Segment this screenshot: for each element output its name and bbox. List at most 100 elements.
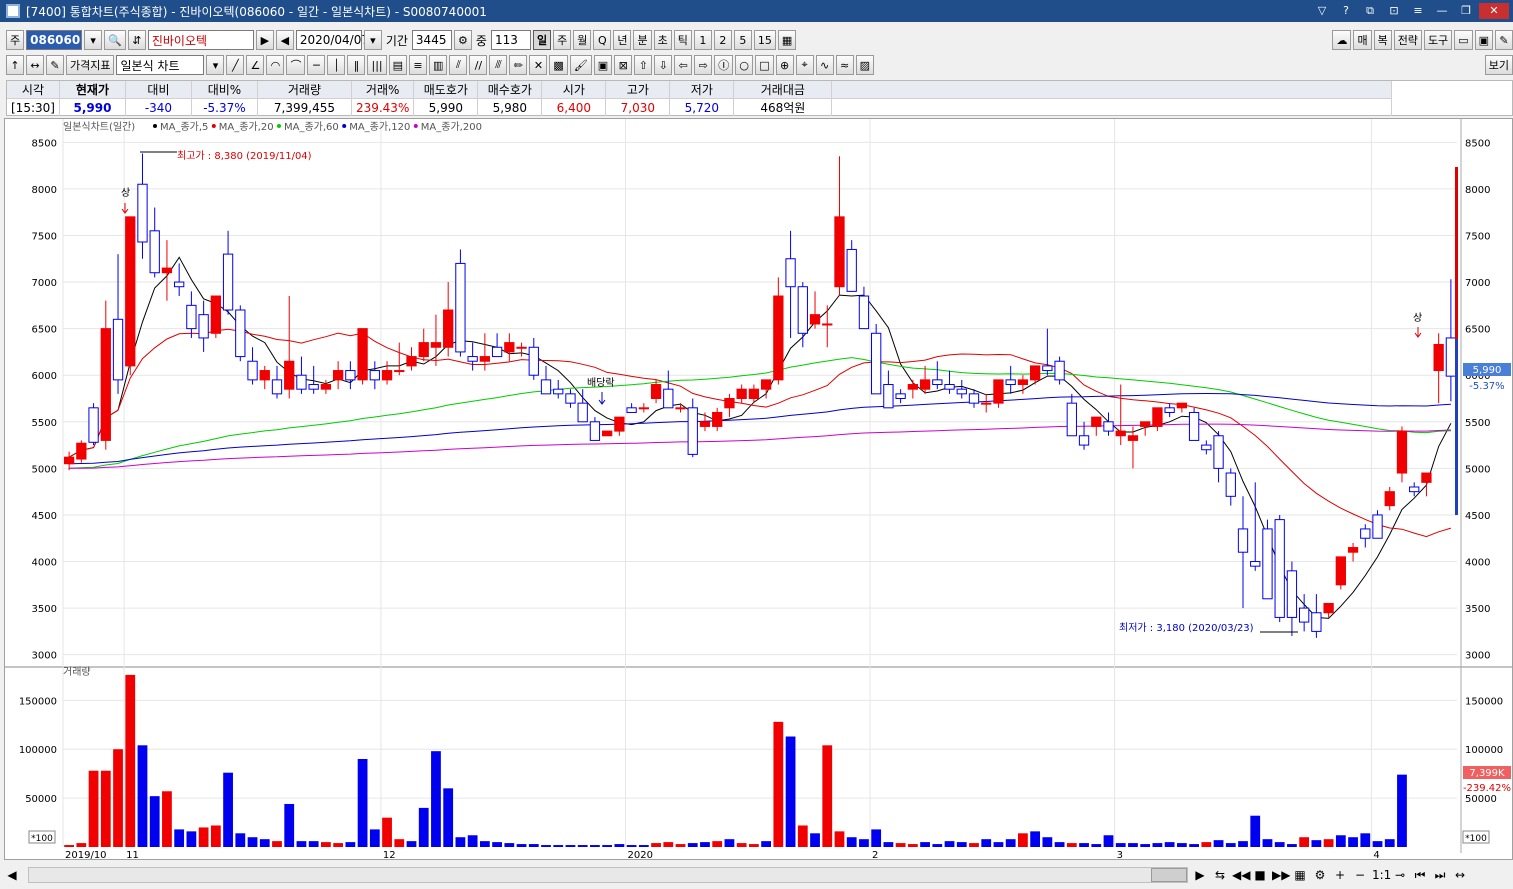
market-select[interactable]: 주	[6, 30, 25, 50]
close-button[interactable]: ✕	[1479, 3, 1509, 19]
folder-icon[interactable]: ▭	[1454, 30, 1473, 50]
right-arrow-icon[interactable]: ⇨	[694, 55, 713, 75]
fit-icon[interactable]: ↔	[1452, 868, 1468, 882]
chart-type-select[interactable]: 일본식 차트	[116, 55, 205, 75]
zoom-in-icon[interactable]: ⊕	[775, 55, 794, 75]
help-icon[interactable]: ?	[1335, 3, 1357, 19]
new-window-icon[interactable]: ⊡	[1383, 3, 1405, 19]
interval-button-5[interactable]: 5	[733, 30, 752, 50]
interval-button-year[interactable]: 년	[613, 30, 632, 50]
wave-icon[interactable]: ∿	[815, 55, 834, 75]
calendar-icon[interactable]: ▦	[777, 30, 797, 50]
view-button[interactable]: 보기	[1484, 55, 1513, 75]
scrollbar-thumb[interactable]	[1151, 868, 1187, 882]
circle-icon[interactable]: ○	[735, 55, 754, 75]
chart-svg[interactable]: 8500 8500 8000 8000 7500 7500 7000 7000 6500 6500…	[5, 119, 1512, 861]
trendline-icon[interactable]: ╱	[226, 55, 245, 75]
expand-icon[interactable]: ↔	[26, 55, 44, 75]
interval-button-15[interactable]: 15	[753, 30, 776, 50]
zoom-minus-icon[interactable]: −	[1352, 868, 1368, 882]
fibonacci-icon[interactable]: ≡	[409, 55, 428, 75]
text-icon[interactable]: Ⓘ	[714, 55, 734, 75]
parallel-icon[interactable]: //	[469, 55, 488, 75]
scroll-left-icon[interactable]: ◀	[4, 868, 20, 882]
code-dropdown-icon[interactable]: ▾	[84, 30, 103, 50]
rewind-icon[interactable]: ◀◀	[1232, 868, 1250, 882]
delete-box-icon[interactable]: ⊠	[614, 55, 633, 75]
interval-button-tick[interactable]: 틱	[673, 30, 692, 50]
fan-icon[interactable]: ⌒	[286, 55, 306, 75]
arc-icon[interactable]: ◠	[266, 55, 285, 75]
edit-box-icon[interactable]: ▣	[593, 55, 613, 75]
magnet-icon[interactable]: ⌖	[795, 55, 814, 75]
andrews-icon[interactable]: ⫻	[489, 55, 508, 75]
zoom-plus-icon[interactable]: +	[1332, 868, 1348, 882]
indicator-edit-icon[interactable]: ✎	[46, 55, 64, 75]
minimize-button[interactable]: —	[1431, 3, 1453, 19]
waves-icon[interactable]: ≈	[835, 55, 854, 75]
buy-sell-button[interactable]: 매	[1353, 30, 1372, 50]
ratio-icon[interactable]: 1:1	[1372, 868, 1391, 882]
interval-button-quarter[interactable]: Q	[593, 30, 612, 50]
cloud-icon[interactable]: ☁	[1332, 30, 1352, 50]
menu-icon[interactable]: ≡	[1407, 3, 1429, 19]
grid-lines-icon[interactable]: |||	[367, 55, 387, 75]
price-indicator-button[interactable]: 가격지표	[66, 55, 115, 75]
interval-button-month[interactable]: 월	[573, 30, 592, 50]
chart-settings-icon[interactable]: ⚙	[1312, 868, 1328, 882]
image-icon[interactable]: ▨	[855, 55, 875, 75]
left-arrow-icon[interactable]: ⇦	[674, 55, 693, 75]
first-icon[interactable]: ⏮	[1412, 868, 1428, 883]
wrench-icon[interactable]: ✎	[1495, 30, 1513, 50]
horizontal-scrollbar[interactable]	[28, 867, 1188, 883]
down-arrow-icon[interactable]: ⇩	[654, 55, 673, 75]
vertical-line-icon[interactable]: │	[327, 55, 346, 75]
period-input[interactable]: 3445	[411, 30, 452, 50]
table-icon[interactable]: ▤	[388, 55, 408, 75]
gann-icon[interactable]: ▥	[429, 55, 448, 75]
sort-icon[interactable]: ⇵	[127, 30, 146, 50]
restore-button[interactable]: ❐	[1455, 3, 1477, 19]
pin-icon[interactable]: ▽	[1311, 3, 1333, 19]
save-icon[interactable]: ▣	[1474, 30, 1493, 50]
up-arrow-icon[interactable]: ⇧	[634, 55, 653, 75]
stock-code-input[interactable]: 086060	[26, 30, 83, 50]
link-icon[interactable]: ⧉	[1359, 3, 1381, 19]
interval-button-2[interactable]: 2	[713, 30, 732, 50]
color-icon[interactable]: ▩	[549, 55, 568, 75]
date-input[interactable]: 2020/04/07	[295, 30, 369, 50]
arrow-up-icon[interactable]: ↑	[6, 55, 24, 75]
cross-icon[interactable]: ✕	[529, 55, 548, 75]
interval-button-1[interactable]: 1	[693, 30, 712, 50]
horizontal-line-icon[interactable]: ─	[307, 55, 326, 75]
chart-area[interactable]: 8500 8500 8000 8000 7500 7500 7000 7000 6500 6500…	[4, 118, 1513, 861]
shrink-icon[interactable]: ⇆	[1212, 868, 1228, 882]
last-icon[interactable]: ⏭	[1432, 868, 1448, 883]
stop-icon[interactable]: ■	[1252, 868, 1268, 882]
period-settings-icon[interactable]: ⚙	[453, 30, 472, 50]
cycle-lines-icon[interactable]: ‖	[347, 55, 366, 75]
pen-icon[interactable]: ✏	[509, 55, 528, 75]
brush-icon[interactable]: 🖌	[569, 55, 592, 75]
search-icon[interactable]: 🔍	[104, 30, 126, 50]
next-icon[interactable]: ▶	[255, 30, 274, 50]
zoom-slider-icon[interactable]: ⊸	[1392, 868, 1408, 882]
duplicate-button[interactable]: 복	[1373, 30, 1392, 50]
prev-icon[interactable]: ◀	[275, 30, 294, 50]
forward-icon[interactable]: ▶▶	[1272, 868, 1290, 882]
stock-name-field[interactable]: 진바이오텍	[147, 30, 254, 50]
zoom-input[interactable]: 113	[490, 30, 531, 50]
calendar-dropdown-icon[interactable]: ▾	[363, 30, 382, 50]
scroll-right-icon[interactable]: ▶	[1192, 868, 1208, 882]
tools-button[interactable]: 도구	[1423, 30, 1453, 50]
chart-type-dropdown-icon[interactable]: ▾	[206, 55, 225, 75]
interval-button-day[interactable]: 일	[532, 30, 552, 50]
table-view-icon[interactable]: ▦	[1292, 868, 1308, 882]
angle-line-icon[interactable]: ∠	[246, 55, 265, 75]
strategy-button[interactable]: 전략	[1393, 30, 1422, 50]
rectangle-icon[interactable]: □	[755, 55, 774, 75]
interval-button-week[interactable]: 주	[553, 30, 572, 50]
channel-icon[interactable]: ⫽	[449, 55, 468, 75]
interval-button-second[interactable]: 초	[653, 30, 672, 50]
interval-button-minute[interactable]: 분	[633, 30, 652, 50]
